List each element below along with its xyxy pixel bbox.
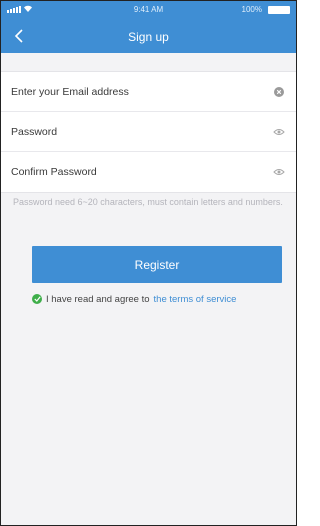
signup-form bbox=[1, 71, 296, 193]
password-hint: Password need 6~20 characters, must cont… bbox=[13, 197, 283, 207]
register-button[interactable]: Register bbox=[32, 246, 282, 283]
confirm-password-field[interactable] bbox=[11, 152, 261, 192]
app-screen: 9:41 AM 100% Sign up Enter your Email ad… bbox=[0, 0, 297, 526]
battery-percent: 100% bbox=[241, 5, 262, 14]
page-title: Sign up bbox=[128, 30, 169, 44]
password-field[interactable] bbox=[11, 112, 261, 152]
email-field[interactable] bbox=[11, 72, 261, 112]
eye-icon[interactable] bbox=[272, 165, 286, 179]
battery-icon bbox=[268, 6, 290, 14]
password-row bbox=[1, 112, 296, 152]
check-circle-icon[interactable] bbox=[32, 294, 42, 304]
terms-link[interactable]: the terms of service bbox=[154, 294, 237, 305]
eye-icon[interactable] bbox=[272, 125, 286, 139]
terms-agreement: I have read and agree to the terms of se… bbox=[32, 293, 236, 305]
agreement-text: I have read and agree to bbox=[46, 293, 150, 305]
clear-icon[interactable] bbox=[272, 85, 286, 99]
confirm-password-row bbox=[1, 152, 296, 192]
email-row bbox=[1, 72, 296, 112]
nav-bar: Sign up bbox=[1, 19, 296, 53]
header: 9:41 AM 100% Sign up bbox=[1, 1, 296, 53]
status-bar: 9:41 AM 100% bbox=[1, 1, 296, 19]
